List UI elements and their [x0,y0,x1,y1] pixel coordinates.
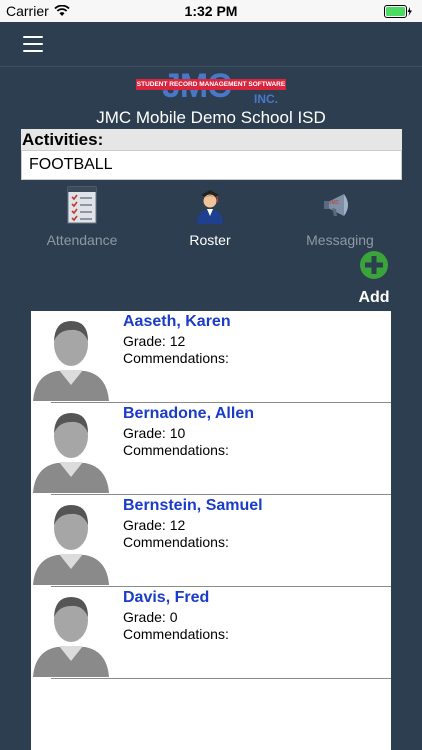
commendations-label: Commendations: [123,350,229,366]
roster-list[interactable]: Aaseth, Karen Grade: 12 Commendations: B… [31,311,391,750]
add-label: Add [358,289,390,306]
avatar-placeholder-icon [33,413,109,493]
logo-suffix: INC. [254,92,278,106]
commendations-label: Commendations: [123,626,229,642]
add-button[interactable]: Add [350,250,398,306]
list-item[interactable]: Davis, Fred Grade: 0 Commendations: [31,587,391,679]
logo-tagline: STUDENT RECORD MANAGEMENT SOFTWARE [136,79,286,90]
jmc-logo: JMC STUDENT RECORD MANAGEMENT SOFTWARE I… [136,67,286,107]
student-icon [197,190,223,224]
tab-roster[interactable]: Roster [150,186,270,248]
grade-line: Grade: 10 [123,425,186,441]
svg-text:JMC: JMC [329,200,340,206]
navbar [0,22,422,66]
student-name[interactable]: Bernadone, Allen [123,405,254,423]
battery-icon [384,5,412,18]
grade-line: Grade: 0 [123,609,178,625]
grade-line: Grade: 12 [123,333,186,349]
tab-messaging[interactable]: JMC Messaging [280,186,400,248]
avatar-placeholder-icon [33,321,109,401]
avatar-placeholder-icon [33,505,109,585]
commendations-label: Commendations: [123,442,229,458]
grade-line: Grade: 12 [123,517,186,533]
status-time: 1:32 PM [184,3,238,19]
row-divider [51,678,391,679]
list-item[interactable]: Bernadone, Allen Grade: 10 Commendations… [31,403,391,495]
activities-label: Activities: [21,129,402,150]
student-name[interactable]: Bernstein, Samuel [123,497,263,515]
tab-attendance-label: Attendance [46,232,118,248]
tab-attendance[interactable]: Attendance [22,186,142,248]
checklist-icon [67,186,97,224]
student-name[interactable]: Davis, Fred [123,589,209,607]
megaphone-icon: JMC [324,194,348,216]
tab-messaging-label: Messaging [306,232,374,248]
commendations-label: Commendations: [123,534,229,550]
hamburger-menu-icon[interactable] [23,36,43,52]
list-item[interactable]: Aaseth, Karen Grade: 12 Commendations: [31,311,391,403]
tab-roster-label: Roster [189,232,231,248]
avatar-placeholder-icon [33,597,109,677]
activity-selector[interactable]: FOOTBALL [21,150,402,180]
plus-circle-icon [360,251,388,279]
list-item[interactable]: Bernstein, Samuel Grade: 12 Commendation… [31,495,391,587]
school-name: JMC Mobile Demo School ISD [96,108,326,127]
student-name[interactable]: Aaseth, Karen [123,313,231,331]
status-bar: Carrier 1:32 PM [0,0,422,22]
